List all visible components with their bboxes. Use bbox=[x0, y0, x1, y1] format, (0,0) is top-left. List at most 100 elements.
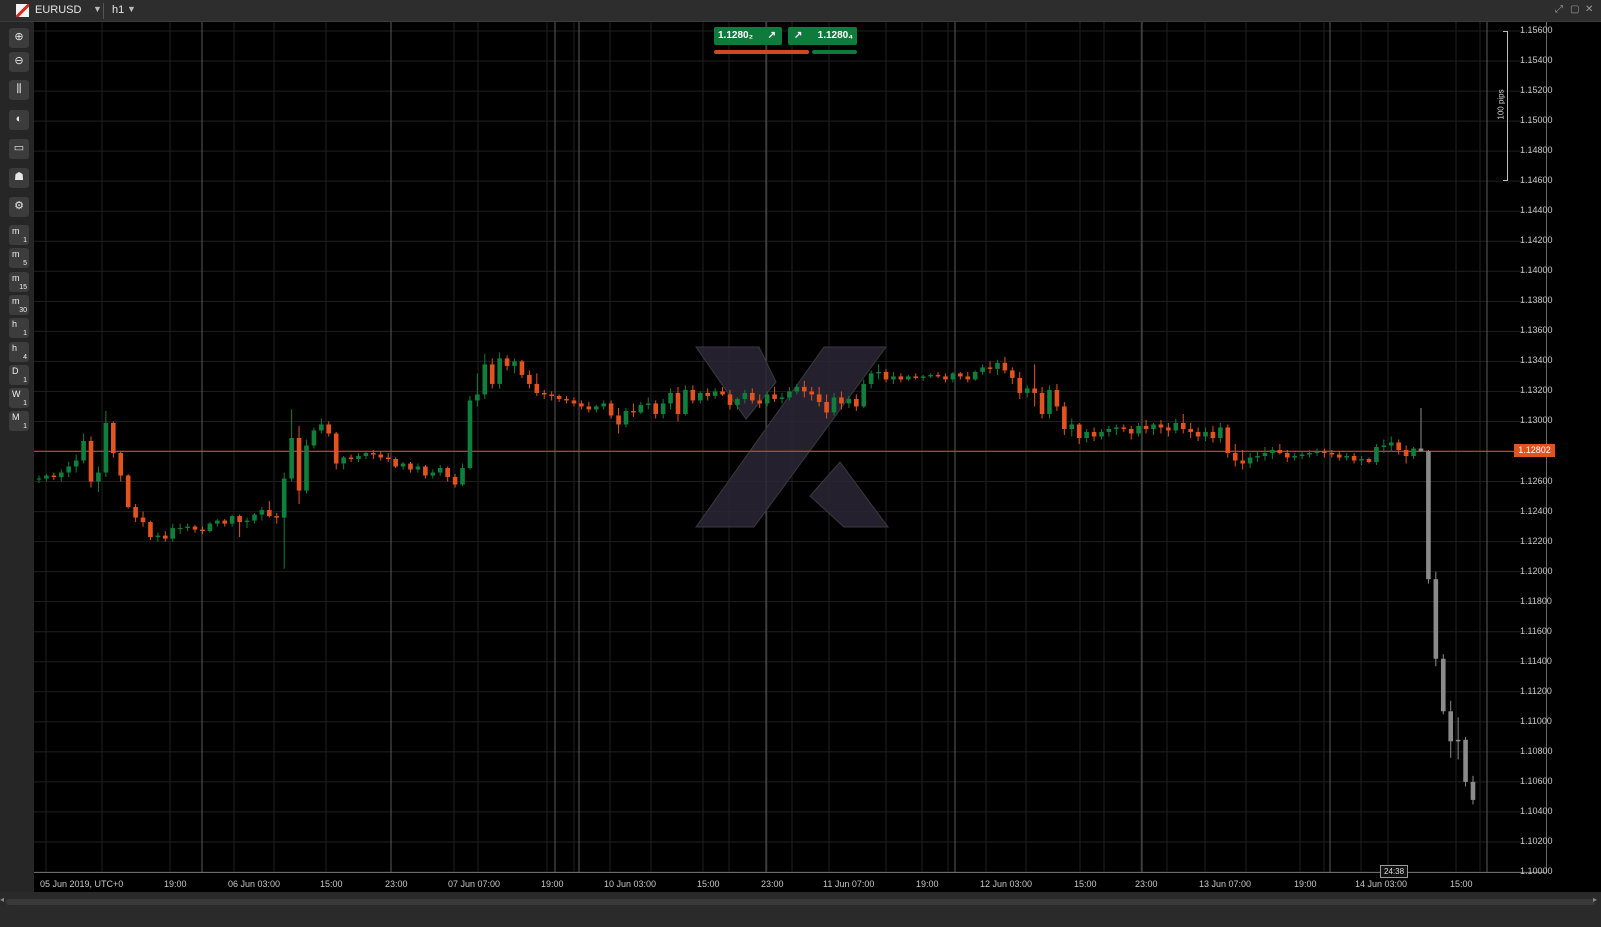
chevron-down-icon[interactable]: ▼ bbox=[127, 4, 136, 14]
pips-label: 100 pips bbox=[1496, 89, 1506, 120]
candle-body bbox=[185, 526, 190, 529]
candle-body bbox=[913, 376, 919, 378]
candle-body bbox=[311, 430, 317, 446]
price-tick-label: 1.11400 bbox=[1520, 655, 1552, 666]
candle-body bbox=[1062, 406, 1067, 429]
time-tick-label: 12 Jun 03:00 bbox=[980, 879, 1033, 889]
color-theme-button[interactable]: ◐ bbox=[9, 110, 29, 130]
candle-body bbox=[534, 383, 540, 393]
candle-body bbox=[207, 523, 213, 532]
candlestick-plot[interactable] bbox=[34, 22, 1601, 892]
buy-button[interactable]: ↗ 1.1280₄ bbox=[788, 27, 857, 45]
candle-body bbox=[1351, 456, 1357, 461]
scroll-right-icon[interactable]: ▸ bbox=[1593, 895, 1597, 904]
candle-body bbox=[1032, 388, 1037, 393]
candle-body bbox=[489, 364, 495, 384]
candle-body bbox=[96, 472, 101, 482]
candle-body bbox=[475, 394, 480, 401]
price-tick-label: 1.12400 bbox=[1520, 505, 1553, 516]
candle-body bbox=[326, 424, 332, 434]
candle-body bbox=[712, 391, 718, 396]
candle-body bbox=[839, 397, 844, 404]
maximize-window-icon[interactable]: ▢ bbox=[1570, 4, 1579, 15]
zoom-out-button[interactable]: ⊖ bbox=[9, 52, 29, 72]
candle-body bbox=[1017, 377, 1023, 393]
timeframe-count: 15 bbox=[19, 283, 27, 291]
timeframe-button-m1[interactable]: m1 bbox=[9, 225, 29, 245]
candle-body bbox=[1173, 422, 1179, 431]
timeframe-unit: m bbox=[12, 226, 20, 236]
candle-body bbox=[1232, 453, 1238, 461]
detach-window-icon[interactable]: ⤢ bbox=[1555, 4, 1563, 15]
candle-body bbox=[437, 468, 443, 473]
timeframe-button-m5[interactable]: m5 bbox=[9, 248, 29, 269]
timeframe-button-D1[interactable]: D1 bbox=[9, 364, 29, 385]
candle-body bbox=[267, 510, 272, 517]
candle-body bbox=[720, 391, 725, 395]
candle-body bbox=[645, 403, 651, 405]
chart-area[interactable]: 1.15600 1.15400 1.15200 1.15000 1.14800 1.146… bbox=[34, 22, 1601, 892]
zoom-out-icon: ⊖ bbox=[14, 55, 24, 67]
candle-body bbox=[824, 401, 829, 413]
close-window-icon[interactable]: ✕ bbox=[1585, 4, 1593, 15]
chart-settings-icon: ⚙ bbox=[14, 200, 24, 212]
candle-body bbox=[1210, 431, 1216, 438]
sell-arrow-icon: ↗ bbox=[767, 30, 776, 41]
candle-body bbox=[980, 367, 985, 372]
candle-body bbox=[1359, 459, 1364, 461]
candle-body bbox=[215, 520, 220, 524]
time-tick-label: 19:00 bbox=[1294, 879, 1317, 889]
timeframe-selector[interactable]: h1 bbox=[112, 4, 124, 16]
timeframe-button-m15[interactable]: m 15 bbox=[9, 271, 29, 292]
candle-body bbox=[378, 454, 384, 458]
view-options-button[interactable]: ▭ bbox=[9, 139, 29, 159]
candle-body bbox=[512, 361, 517, 366]
symbol-selector[interactable]: EURUSD bbox=[35, 4, 81, 16]
timeframe-button-h1[interactable]: h1 bbox=[9, 318, 29, 339]
chevron-down-icon[interactable]: ▼ bbox=[93, 4, 102, 14]
time-tick-label: 23:00 bbox=[1135, 879, 1158, 889]
candle-body bbox=[787, 391, 792, 398]
candle-body bbox=[1076, 424, 1082, 438]
horizontal-scrollbar[interactable]: ◂ ▸ bbox=[0, 892, 1601, 927]
candle-body bbox=[987, 367, 993, 369]
candle-body bbox=[749, 392, 755, 401]
timeframe-button-m30[interactable]: m 30 bbox=[9, 294, 29, 315]
candle-body bbox=[1240, 460, 1245, 464]
trader-button[interactable]: ☗ bbox=[9, 168, 29, 188]
price-tick-label: 1.14200 bbox=[1520, 235, 1553, 246]
candle-body bbox=[623, 410, 629, 425]
price-tick-label: 1.10400 bbox=[1520, 805, 1553, 816]
candle-body bbox=[891, 376, 896, 380]
candle-body bbox=[1388, 442, 1394, 446]
timeframe-button-M1[interactable]: M1 bbox=[9, 411, 29, 432]
time-tick-label: 11 Jun 07:00 bbox=[823, 879, 875, 889]
candle-body bbox=[170, 528, 176, 539]
timeframe-button-W1[interactable]: W1 bbox=[9, 388, 29, 409]
candle-body bbox=[1403, 450, 1409, 457]
price-tick-label: 1.13600 bbox=[1520, 325, 1553, 336]
candle-body bbox=[854, 398, 859, 407]
chart-settings-button[interactable]: ⚙ bbox=[9, 197, 29, 217]
candle-body bbox=[831, 397, 837, 413]
scroll-track[interactable] bbox=[6, 899, 1595, 905]
candle-body bbox=[371, 453, 376, 455]
chart-type-button[interactable]: ⫼ bbox=[9, 80, 29, 100]
candle-body bbox=[697, 392, 703, 401]
candle-body bbox=[1307, 453, 1312, 455]
candle-body bbox=[452, 477, 458, 485]
price-tick-label: 1.10600 bbox=[1520, 775, 1553, 786]
zoom-in-button[interactable]: ⊕ bbox=[9, 28, 29, 48]
time-tick-label: 15:00 bbox=[697, 879, 720, 889]
scroll-left-icon[interactable]: ◂ bbox=[0, 895, 4, 904]
bid-price: 1.1280₂ bbox=[718, 30, 754, 41]
time-tick-label: 15:00 bbox=[1450, 879, 1473, 889]
sell-button[interactable]: 1.1280₂ ↗ bbox=[714, 27, 782, 45]
candle-body bbox=[527, 374, 532, 384]
price-tick-label: 1.14400 bbox=[1520, 205, 1553, 216]
candle-body bbox=[1136, 425, 1141, 434]
timeframe-button-h4[interactable]: h4 bbox=[9, 341, 29, 362]
candle-body bbox=[163, 535, 168, 539]
candle-body bbox=[571, 400, 577, 404]
candle-body bbox=[1440, 658, 1446, 712]
